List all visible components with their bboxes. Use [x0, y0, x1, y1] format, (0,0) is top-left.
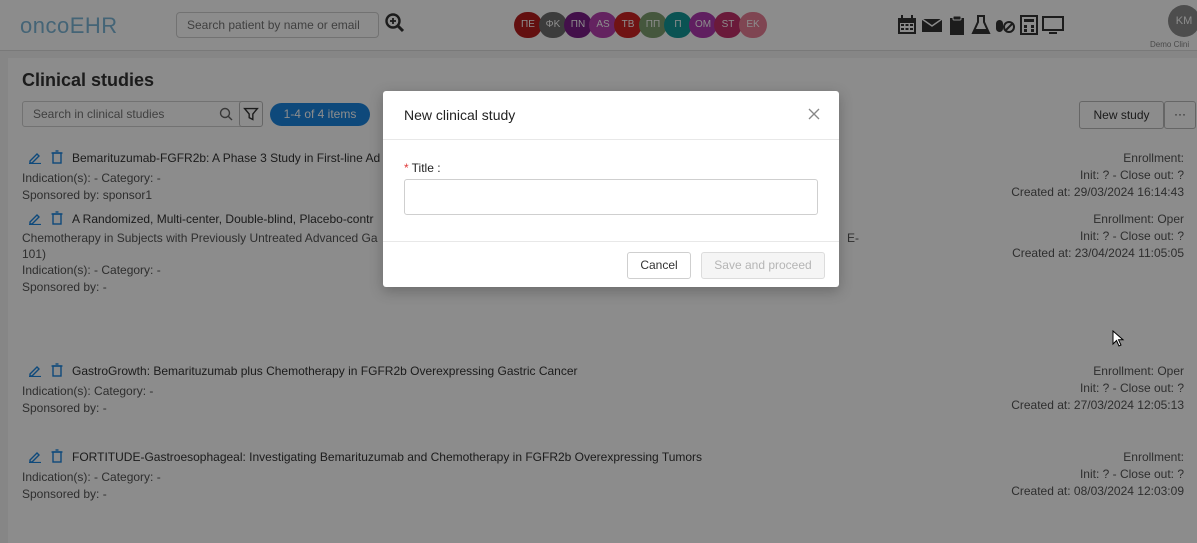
dialog-title: New clinical study [404, 107, 516, 123]
new-clinical-study-dialog: New clinical study * Title : Cancel Save … [383, 91, 839, 287]
required-mark: * [404, 161, 409, 175]
title-textarea[interactable] [404, 179, 818, 215]
mouse-cursor-icon [1112, 330, 1125, 347]
close-icon[interactable] [807, 107, 821, 121]
cancel-button[interactable]: Cancel [627, 252, 691, 279]
title-field-label: * Title : [404, 161, 441, 175]
dialog-footer: Cancel Save and proceed [383, 241, 839, 288]
save-and-proceed-button[interactable]: Save and proceed [701, 252, 825, 279]
dialog-header: New clinical study [383, 91, 839, 140]
title-label-text: Title : [411, 161, 441, 175]
